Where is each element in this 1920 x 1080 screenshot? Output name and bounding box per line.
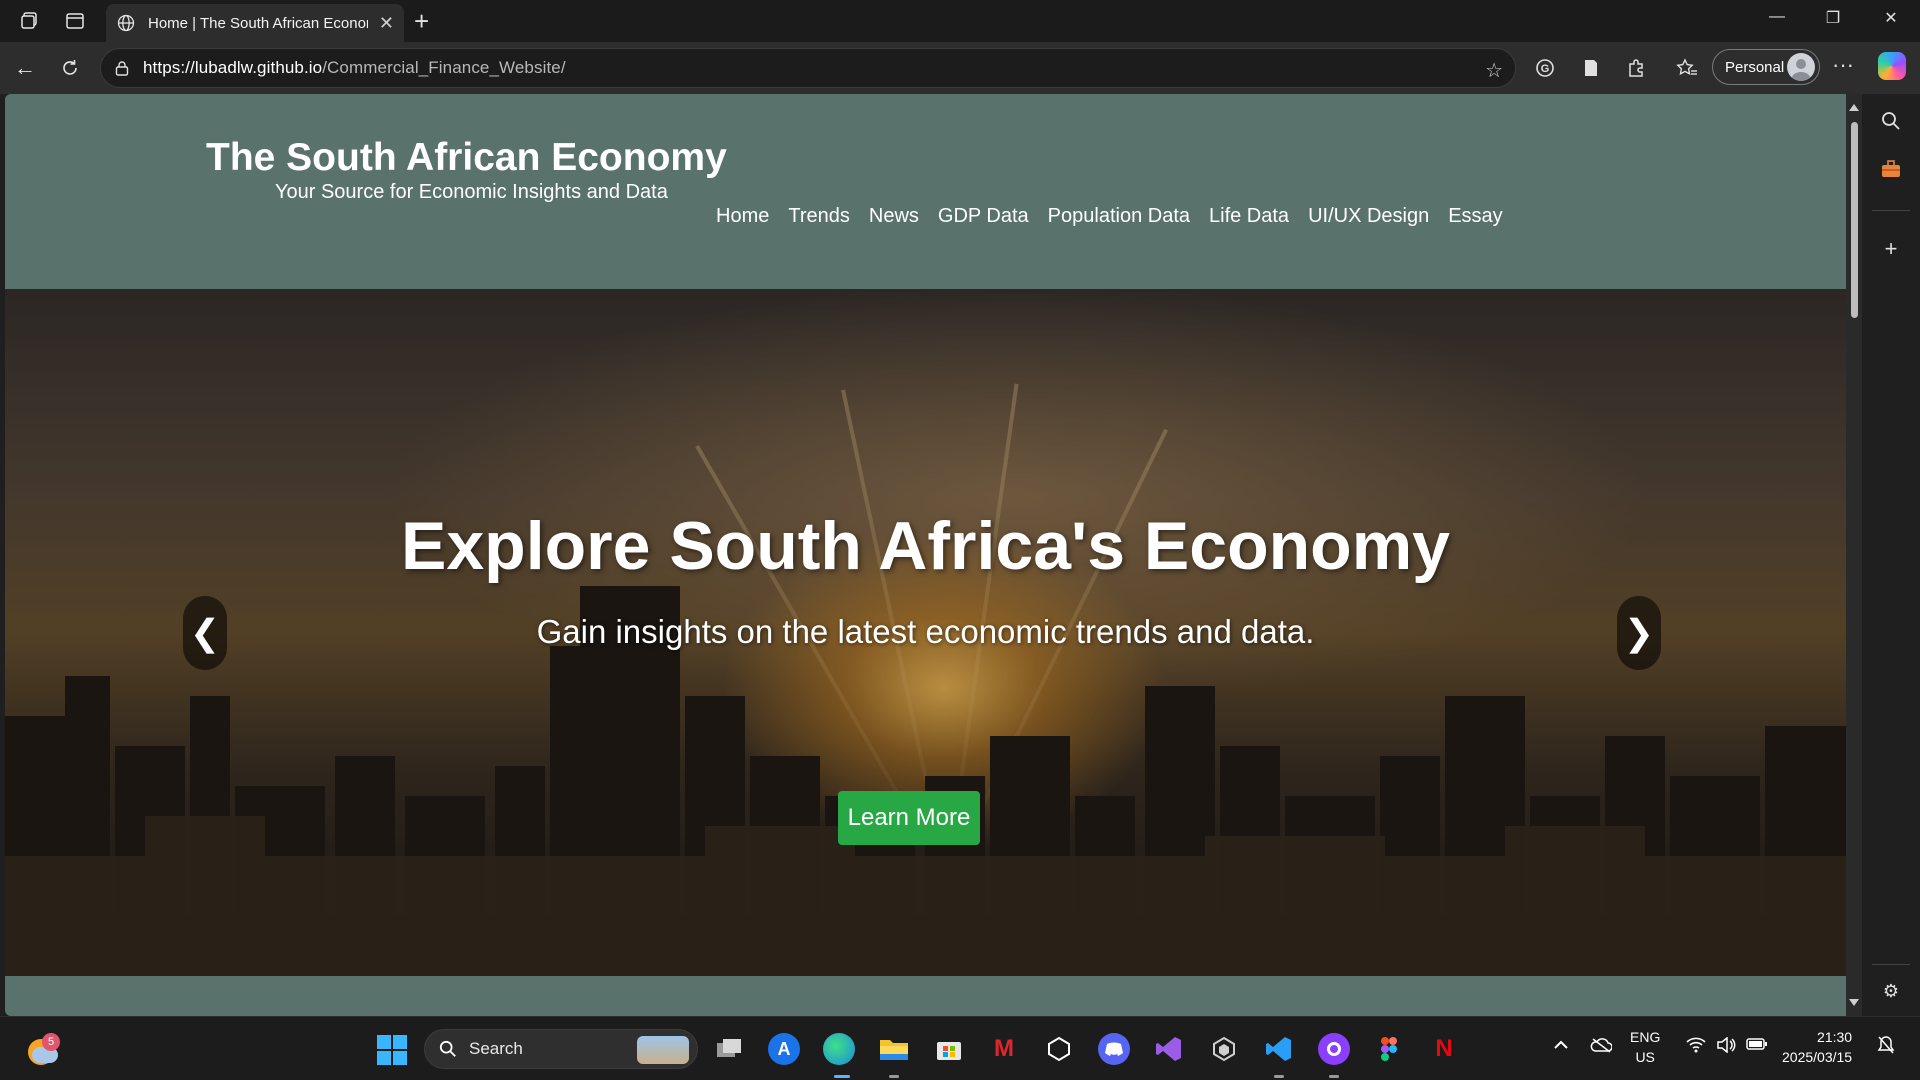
mcafee-icon[interactable]: M [988,1033,1020,1065]
active-app-indicator [834,1075,850,1078]
wifi-icon[interactable] [1686,1037,1706,1057]
page-scrollbar[interactable] [1846,94,1862,1016]
scroll-down-arrow[interactable] [1849,999,1859,1006]
settings-and-more-button[interactable]: ··· [1832,52,1854,78]
browser-toolbar: ← https://lubadlw.github.io/Commercial_F… [0,42,1920,94]
tab-title: Home | The South African Econom [148,14,368,32]
system-clock[interactable]: 21:30 2025/03/15 [1782,1027,1852,1067]
clock-date: 2025/03/15 [1782,1049,1853,1065]
unity-hub-icon[interactable] [1208,1033,1240,1065]
weather-badge: 5 [42,1033,60,1051]
notifications-bell-icon[interactable] [1877,1035,1895,1059]
restore-button[interactable]: ❐ [1813,8,1853,28]
address-bar[interactable]: https://lubadlw.github.io/Commercial_Fin… [100,48,1516,88]
search-icon[interactable] [1878,108,1904,134]
running-app-indicator [1274,1075,1284,1078]
carousel-next-button[interactable]: ❯ [1617,596,1661,670]
hero-title: Explore South Africa's Economy [401,508,1450,584]
windows-taskbar: 5 Search A M N ENG US 21:30 2025/03/15 [0,1016,1920,1080]
battery-icon[interactable] [1746,1037,1768,1055]
tools-briefcase-icon[interactable] [1878,156,1904,182]
copilot-icon[interactable] [1878,52,1906,80]
site-subtitle: Your Source for Economic Insights and Da… [275,181,668,203]
minimize-button[interactable]: — [1757,8,1797,26]
file-explorer-icon[interactable] [878,1033,910,1065]
grammarly-icon[interactable]: G [1532,55,1558,81]
vscode-icon[interactable] [1263,1033,1295,1065]
start-button[interactable] [377,1035,407,1065]
edge-browser-icon[interactable] [823,1033,855,1065]
url-host: https://lubadlw.github.io [143,58,323,77]
search-label: Search [469,1039,523,1058]
language-code: ENG [1630,1029,1661,1045]
site-header: The South African Economy Your Source fo… [5,94,1846,289]
browser-tab-bar: Home | The South African Econom ✕ + — ❐ … [0,0,1920,42]
close-tab-icon[interactable]: ✕ [379,13,394,34]
nav-ui-ux-design[interactable]: UI/UX Design [1308,205,1429,228]
visual-studio-icon[interactable] [1153,1033,1185,1065]
region-code: US [1635,1049,1655,1065]
nav-home[interactable]: Home [716,205,769,228]
lock-icon[interactable] [115,59,131,77]
task-view-icon[interactable] [713,1033,745,1065]
learn-more-button[interactable]: Learn More [838,791,980,845]
svg-text:G: G [1541,63,1550,75]
search-icon [439,1040,456,1057]
netflix-icon[interactable]: N [1428,1033,1460,1065]
sidebar-divider [1872,964,1910,965]
microsoft-store-icon[interactable] [933,1033,965,1065]
site-title[interactable]: The South African Economy [206,136,727,180]
nav-life-data[interactable]: Life Data [1209,205,1289,228]
page-viewport: The South African Economy Your Source fo… [5,94,1846,1016]
running-app-indicator [1329,1075,1339,1078]
scrollbar-thumb[interactable] [1851,122,1858,318]
main-nav: Home Trends News GDP Data Population Dat… [716,205,1503,228]
nav-population-data[interactable]: Population Data [1048,205,1190,228]
figma-icon[interactable] [1373,1033,1405,1065]
reading-view-icon[interactable] [1578,55,1604,81]
hero-carousel: Explore South Africa's Economy Gain insi… [5,289,1846,976]
volume-icon[interactable] [1716,1036,1736,1057]
new-tab-button[interactable]: + [414,6,429,37]
url-text: https://lubadlw.github.io/Commercial_Fin… [143,58,566,78]
weather-widget[interactable]: 5 [26,1033,60,1067]
clock-time: 21:30 [1817,1029,1853,1045]
favorite-star-icon[interactable]: ☆ [1485,58,1503,83]
add-sidebar-app-icon[interactable]: + [1878,236,1904,262]
nav-gdp-data[interactable]: GDP Data [938,205,1029,228]
favorites-icon[interactable] [1674,55,1700,81]
extensions-icon[interactable] [1623,55,1649,81]
running-app-indicator [889,1075,899,1078]
nav-essay[interactable]: Essay [1448,205,1502,228]
avatar [1787,53,1815,81]
vertical-tabs-icon[interactable] [62,8,88,34]
show-hidden-icons-chevron[interactable] [1553,1037,1569,1054]
github-desktop-icon[interactable] [1318,1033,1350,1065]
taskbar-search[interactable]: Search [424,1029,698,1069]
carousel-prev-button[interactable]: ❮ [183,596,227,670]
edge-sidebar: + ⚙ [1862,94,1920,1016]
nav-trends[interactable]: Trends [788,205,850,228]
unity-icon[interactable] [1043,1033,1075,1065]
sidebar-settings-gear-icon[interactable]: ⚙ [1878,978,1904,1004]
onedrive-offline-icon[interactable] [1590,1037,1613,1057]
nav-news[interactable]: News [869,205,919,228]
language-indicator[interactable]: ENG US [1630,1027,1660,1067]
url-path: /Commercial_Finance_Website/ [322,58,566,77]
discord-icon[interactable] [1098,1033,1130,1065]
active-tab[interactable]: Home | The South African Econom ✕ [106,4,404,42]
back-button[interactable]: ← [11,54,39,82]
hero-subtitle: Gain insights on the latest economic tre… [536,613,1315,650]
scroll-up-arrow[interactable] [1849,104,1859,111]
refresh-button[interactable] [56,54,84,82]
workspaces-icon[interactable] [17,8,43,34]
sidebar-divider [1872,210,1910,211]
app-store-icon[interactable]: A [768,1033,800,1065]
globe-icon [116,13,136,33]
profile-button[interactable]: Personal [1712,49,1820,85]
profile-label: Personal [1725,58,1785,76]
search-highlight-image [637,1036,689,1064]
close-window-button[interactable]: ✕ [1871,8,1911,28]
